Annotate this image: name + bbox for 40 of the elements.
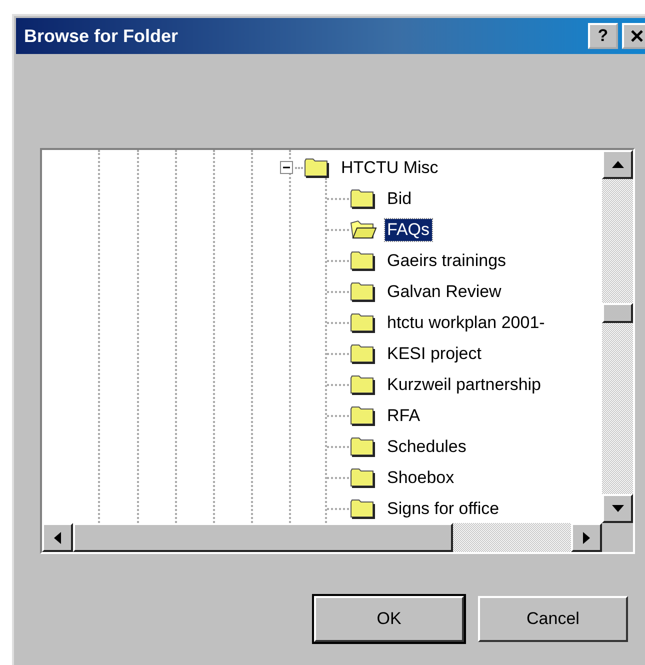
scroll-left-icon: [54, 532, 61, 544]
close-icon: [630, 29, 644, 43]
folder-icon: [349, 374, 377, 396]
tree-item[interactable]: htctu workplan 2001-: [385, 312, 547, 334]
scrollbar-corner: [602, 523, 633, 552]
folder-icon: [349, 436, 377, 458]
dialog-button[interactable]: OK: [314, 596, 464, 642]
collapse-icon[interactable]: [280, 161, 293, 174]
scroll-down-icon: [612, 505, 624, 512]
tree-item[interactable]: Galvan Review: [385, 280, 504, 302]
folder-icon: [349, 280, 377, 302]
tree-item[interactable]: Kurzweil partnership: [385, 374, 544, 396]
folder-icon: [349, 498, 377, 520]
dialog-button[interactable]: Cancel: [478, 596, 628, 642]
tree-item[interactable]: KESI project: [385, 342, 484, 364]
scroll-thumb[interactable]: [602, 303, 633, 323]
folder-icon: [303, 156, 331, 178]
folder-icon: [349, 250, 377, 272]
folder-icon: [349, 188, 377, 210]
window-title: Browse for Folder: [24, 26, 178, 46]
open-folder-icon: [349, 218, 377, 240]
tree-item[interactable]: Signs for office: [385, 498, 502, 520]
horizontal-scrollbar[interactable]: [42, 523, 602, 552]
folder-icon: [349, 404, 377, 426]
close-button[interactable]: [622, 23, 645, 49]
help-button[interactable]: ?: [588, 23, 618, 49]
tree-item[interactable]: HTCTU Misc: [339, 156, 440, 178]
scroll-up-icon: [612, 161, 624, 168]
scroll-right-icon: [583, 532, 590, 544]
tree-item[interactable]: Shoebox: [385, 466, 456, 488]
folder-icon: [349, 466, 377, 488]
vertical-scrollbar[interactable]: [602, 150, 633, 523]
tree-item[interactable]: Gaeirs trainings: [385, 250, 508, 272]
folder-icon: [349, 342, 377, 364]
tree-item[interactable]: FAQs: [385, 218, 432, 240]
scroll-thumb[interactable]: [73, 523, 453, 552]
folder-icon: [349, 312, 377, 334]
tree-item[interactable]: Schedules: [385, 436, 468, 458]
tree-item[interactable]: RFA: [385, 404, 422, 426]
tree-item[interactable]: Bid: [385, 188, 414, 210]
